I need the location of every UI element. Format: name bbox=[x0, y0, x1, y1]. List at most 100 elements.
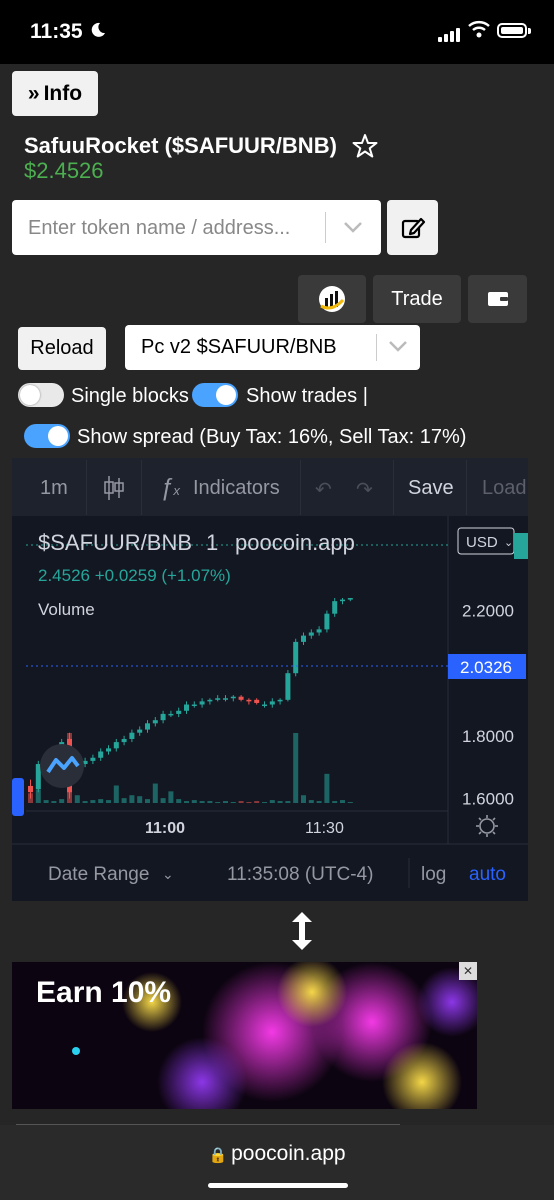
candle bbox=[316, 629, 322, 633]
ad-text: Earn 10% bbox=[36, 976, 172, 1009]
candle bbox=[262, 704, 267, 707]
volume-bar bbox=[98, 799, 104, 803]
url-text: poocoin.app bbox=[231, 1142, 346, 1165]
price-chart[interactable]: 1.60001.80002.00002.20002.4000 2.0326 US… bbox=[12, 516, 528, 901]
candle bbox=[113, 742, 119, 749]
resize-arrow-icon[interactable] bbox=[290, 910, 314, 952]
toolbar-divider bbox=[300, 460, 301, 515]
candle bbox=[238, 696, 244, 700]
redo-icon[interactable]: ↷ bbox=[356, 477, 373, 502]
candle bbox=[277, 699, 283, 702]
search-separator bbox=[325, 212, 326, 243]
candle bbox=[230, 696, 236, 699]
volume-bar bbox=[269, 800, 275, 803]
toolbar-divider bbox=[466, 460, 467, 515]
volume-bar bbox=[340, 800, 345, 803]
volume-bar bbox=[59, 799, 65, 803]
legend-volume: Volume bbox=[38, 600, 95, 619]
url-display[interactable]: 🔒 poocoin.app bbox=[0, 1142, 554, 1166]
candle bbox=[269, 701, 275, 705]
candle bbox=[285, 673, 291, 700]
volume-bar bbox=[129, 795, 135, 803]
candles-icon[interactable] bbox=[103, 474, 125, 502]
cellular-signal-icon bbox=[438, 24, 462, 42]
volume-bar bbox=[293, 733, 299, 803]
candle bbox=[254, 699, 260, 703]
token-search[interactable] bbox=[12, 200, 381, 257]
battery-icon bbox=[497, 23, 527, 38]
volume-bar bbox=[223, 801, 228, 803]
volume-bar bbox=[176, 799, 182, 803]
show-spread-toggle[interactable] bbox=[24, 424, 70, 448]
candle bbox=[223, 698, 228, 700]
toolbar-divider bbox=[86, 460, 87, 515]
pair-select-value: Pc v2 $SAFUUR/BNB bbox=[141, 336, 337, 358]
toolbar-divider bbox=[141, 460, 142, 515]
candle bbox=[176, 710, 182, 714]
edit-button[interactable] bbox=[387, 200, 438, 255]
volume-bar bbox=[113, 785, 119, 803]
auto-scale-button[interactable]: auto bbox=[469, 864, 506, 885]
volume-bar bbox=[254, 801, 260, 803]
volume-bar bbox=[262, 802, 267, 804]
volume-bar bbox=[90, 800, 96, 803]
chevron-down-icon[interactable] bbox=[342, 218, 364, 236]
ad-banner[interactable]: Earn 10% bbox=[12, 962, 477, 1109]
pair-select[interactable]: Pc v2 $SAFUUR/BNB bbox=[125, 325, 420, 370]
currency-label: USD bbox=[466, 534, 498, 551]
undo-icon[interactable]: ↶ bbox=[315, 477, 332, 502]
home-indicator bbox=[208, 1183, 348, 1188]
interval-button[interactable]: 1m bbox=[40, 477, 68, 500]
single-blocks-toggle[interactable] bbox=[18, 383, 64, 407]
chevron-down-icon: ⌄ bbox=[162, 866, 174, 882]
candle bbox=[301, 635, 306, 642]
star-icon[interactable] bbox=[352, 133, 378, 159]
y-tick-label: 1.6000 bbox=[462, 789, 514, 808]
token-title: SafuuRocket ($SAFUUR/BNB) bbox=[24, 133, 337, 158]
moon-icon bbox=[91, 22, 105, 37]
load-button[interactable]: Load bbox=[482, 477, 526, 500]
volume-bar bbox=[43, 800, 49, 803]
volume-bar bbox=[246, 802, 252, 804]
trade-button[interactable]: Trade bbox=[373, 275, 461, 323]
log-scale-button[interactable]: log bbox=[421, 864, 446, 885]
wallet-icon bbox=[487, 292, 508, 306]
wifi-icon bbox=[468, 21, 490, 38]
chart-logo-icon bbox=[319, 286, 345, 312]
clock-label: 11:35:08 (UTC-4) bbox=[227, 864, 373, 885]
candle bbox=[191, 704, 197, 707]
show-spread-label: Show spread (Buy Tax: 16%, Sell Tax: 17%… bbox=[77, 426, 467, 448]
current-price-label: 2.0326 bbox=[460, 658, 512, 677]
show-trades-toggle[interactable] bbox=[192, 383, 238, 407]
info-button[interactable]: » Info bbox=[12, 71, 98, 116]
volume-bar bbox=[215, 802, 221, 804]
candle bbox=[184, 704, 189, 711]
volume-bar bbox=[301, 795, 306, 803]
info-button-label: Info bbox=[43, 81, 83, 105]
candle bbox=[129, 732, 135, 739]
candle bbox=[199, 701, 205, 705]
ad-close-icon[interactable]: ✕ bbox=[459, 962, 477, 980]
reload-button[interactable]: Reload bbox=[18, 327, 106, 370]
indicators-button[interactable]: Indicators bbox=[193, 477, 280, 500]
chevron-down-icon: ⌄ bbox=[504, 537, 513, 549]
lock-icon: 🔒 bbox=[208, 1147, 228, 1164]
legend-source: poocoin.app bbox=[235, 530, 355, 555]
candle bbox=[106, 748, 111, 752]
volume-bar bbox=[308, 800, 314, 803]
date-range-button[interactable]: Date Range bbox=[48, 864, 149, 885]
search-input[interactable] bbox=[12, 200, 330, 257]
wallet-button[interactable] bbox=[468, 275, 527, 323]
candle bbox=[207, 699, 213, 702]
volume-bar bbox=[51, 801, 57, 803]
chart-app-button[interactable] bbox=[298, 275, 366, 323]
side-panel-handle[interactable] bbox=[12, 778, 24, 816]
status-time: 11:35 bbox=[30, 20, 83, 43]
trade-button-label: Trade bbox=[391, 287, 443, 310]
candle bbox=[324, 613, 330, 630]
volume-bar bbox=[121, 798, 127, 803]
volume-bar bbox=[238, 801, 244, 803]
volume-bar bbox=[277, 801, 283, 803]
chart-logo-badge[interactable] bbox=[40, 744, 84, 788]
save-button[interactable]: Save bbox=[408, 477, 454, 500]
